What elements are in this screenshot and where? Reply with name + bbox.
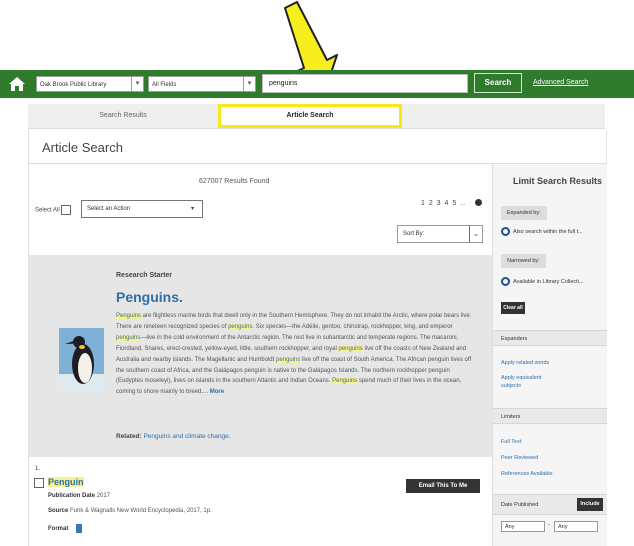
limit-sidebar: Limit Search Results Expanded by: Also s… <box>492 164 607 546</box>
related-line: Related: Penguins and climate change. <box>116 433 231 440</box>
expanders-header[interactable]: Expanders <box>493 330 607 346</box>
references-available-link[interactable]: References Available <box>501 470 553 478</box>
full-text-link[interactable]: Full Text <box>501 438 521 446</box>
result-checkbox[interactable] <box>34 478 44 488</box>
research-starter-text: Penguins are flightless marine birds tha… <box>116 311 476 398</box>
highlighted-term: penguins <box>275 356 301 363</box>
info-icon[interactable] <box>475 199 482 206</box>
highlighted-term: penguins <box>228 323 253 330</box>
date-to-input[interactable]: Any <box>554 521 598 532</box>
chevron-down-icon: ▾ <box>243 77 255 91</box>
narrowed-option[interactable]: Available in Library Collecti... <box>501 277 584 286</box>
result-format: Format <box>48 524 83 533</box>
page-title: Article Search <box>42 140 123 155</box>
chevron-down-icon: ▾ <box>190 206 194 212</box>
related-link[interactable]: Penguins and climate change. <box>143 433 230 440</box>
chevron-down-icon: ⌄ <box>469 226 482 242</box>
highlighted-term: Penguins <box>116 313 142 319</box>
result-title[interactable]: Penguin <box>48 477 84 487</box>
home-icon[interactable] <box>8 75 26 93</box>
search-input[interactable]: penguins <box>262 74 468 93</box>
format-label: Format <box>48 526 69 533</box>
research-starter-title[interactable]: Penguins. <box>116 289 183 305</box>
library-select-value: Oak Brook Public Library <box>40 82 107 88</box>
sort-select-value: Sort By: <box>403 231 425 237</box>
main-panel: Article Search 627007 Results Found Sele… <box>28 130 607 546</box>
apply-related-words-link[interactable]: Apply related words <box>501 359 549 367</box>
result-pub-date: Publication Date 2017 <box>48 493 110 499</box>
select-all-checkbox[interactable] <box>61 205 72 215</box>
include-button[interactable]: Include <box>577 498 603 511</box>
expanded-option-label: Also search within the full t... <box>513 228 583 235</box>
field-select[interactable]: All Fields ▾ <box>148 76 256 92</box>
field-select-value: All Fields <box>152 82 177 88</box>
highlighted-term: Penguins <box>332 378 358 385</box>
results-count: 627007 Results Found <box>199 178 270 185</box>
more-link[interactable]: More <box>210 389 224 395</box>
email-button[interactable]: Email This To Me <box>406 479 480 493</box>
narrowed-option-label: Available in Library Collecti... <box>513 278 584 285</box>
radio-icon <box>501 277 510 286</box>
advanced-search-link[interactable]: Advanced Search <box>533 79 588 86</box>
search-button[interactable]: Search <box>474 73 522 93</box>
limiters-header[interactable]: Limiters <box>493 408 607 424</box>
action-select-value: Select an Action <box>87 206 131 212</box>
highlighted-term: penguins <box>338 345 363 352</box>
radio-icon <box>501 227 510 236</box>
pub-date-label: Publication Date <box>48 493 96 499</box>
pagination[interactable]: 1 2 3 4 5 .. <box>421 200 466 207</box>
tab-search-results[interactable]: Search Results <box>28 104 218 128</box>
book-icon <box>76 524 83 533</box>
peer-reviewed-link[interactable]: Peer Reviewed <box>501 454 538 462</box>
source-value: Funk & Wagnalls New World Encyclopedia, … <box>70 508 212 514</box>
tab-bar: Search Results Article Search <box>28 104 605 129</box>
clear-all-button[interactable]: Clear all <box>501 302 525 314</box>
date-separator: - <box>548 522 550 528</box>
chevron-down-icon: ▾ <box>131 77 143 91</box>
narrowed-by-label: Narrowed by: <box>501 254 546 268</box>
penguin-image <box>59 328 104 391</box>
select-all-label: Select All <box>35 207 60 214</box>
research-starter: Research Starter Penguins. Penguins are … <box>29 255 492 457</box>
result-source: Source Funk & Wagnalls New World Encyclo… <box>48 508 212 514</box>
text-fragment: . Six species—the Adélie, gentoo, chinst… <box>252 323 453 330</box>
research-starter-label: Research Starter <box>116 272 173 279</box>
date-from-input[interactable]: Any <box>501 521 545 532</box>
top-search-bar: Oak Brook Public Library ▾ All Fields ▾ … <box>0 70 634 98</box>
expanded-option[interactable]: Also search within the full t... <box>501 227 583 236</box>
result-number: 1. <box>35 466 41 472</box>
sort-select[interactable]: Sort By: ⌄ <box>397 225 483 243</box>
library-select[interactable]: Oak Brook Public Library ▾ <box>36 76 144 92</box>
pub-date-value: 2017 <box>96 493 111 499</box>
highlighted-term: penguins <box>116 334 141 341</box>
select-all[interactable]: Select All <box>35 205 72 215</box>
expanded-by-label: Expanded by: <box>501 206 547 220</box>
action-select[interactable]: Select an Action ▾ <box>81 200 203 218</box>
tab-article-search[interactable]: Article Search <box>218 104 402 128</box>
source-label: Source <box>48 508 69 514</box>
apply-equivalent-subjects-link[interactable]: Apply equivalent subjects <box>501 374 561 390</box>
related-label: Related: <box>116 433 142 440</box>
sidebar-title: Limit Search Results <box>513 176 603 186</box>
